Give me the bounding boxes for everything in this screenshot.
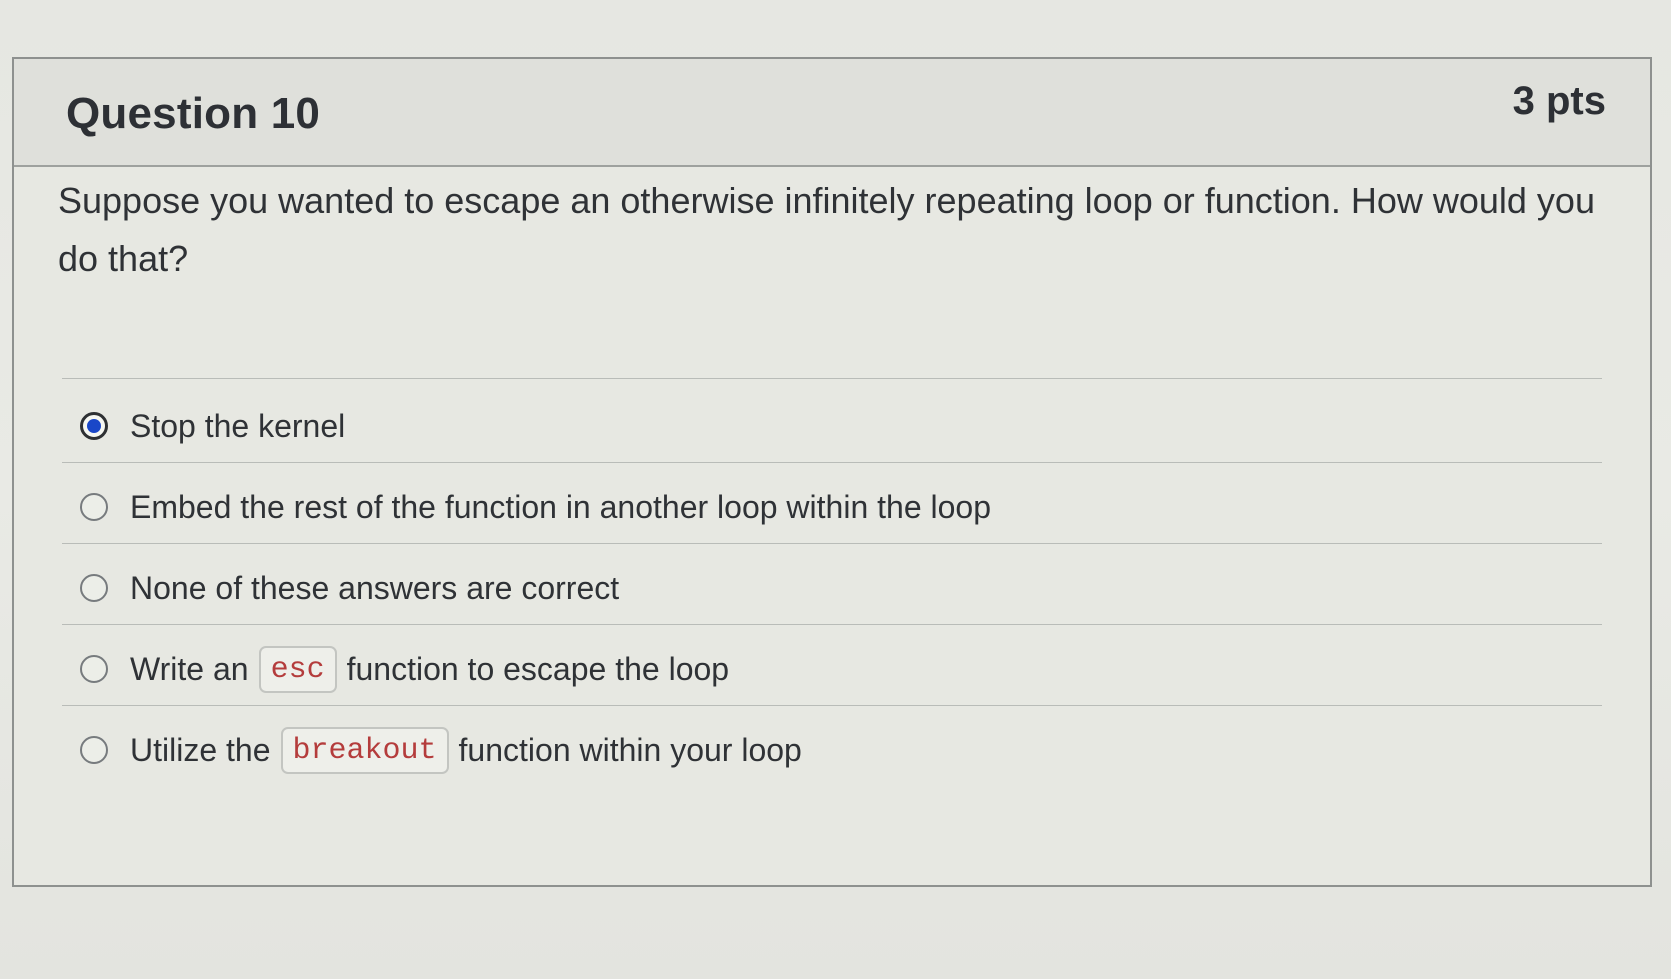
answer-option-embed-loop[interactable]: Embed the rest of the function in anothe… — [80, 481, 991, 533]
answer-label-suffix: function to escape the loop — [346, 650, 730, 687]
radio-unselected-icon[interactable] — [80, 736, 108, 764]
question-points: 3 pts — [1512, 79, 1606, 123]
answer-label: None of these answers are correct — [130, 569, 620, 606]
answer-option-none-correct[interactable]: None of these answers are correct — [80, 562, 619, 614]
answer-option-stop-kernel[interactable]: Stop the kernel — [80, 400, 345, 452]
radio-selected-icon[interactable] — [80, 412, 108, 440]
answer-divider — [62, 624, 1602, 625]
answer-label: Stop the kernel — [130, 407, 346, 444]
answer-divider — [62, 543, 1602, 544]
radio-unselected-icon[interactable] — [80, 574, 108, 602]
question-header: Question 10 3 pts — [14, 59, 1650, 167]
question-divider — [62, 378, 1602, 379]
answer-label-prefix: Utilize the — [130, 731, 271, 768]
question-title: Question 10 — [66, 89, 321, 138]
question-text: Suppose you wanted to escape an otherwis… — [58, 180, 1595, 279]
radio-unselected-icon[interactable] — [80, 493, 108, 521]
answer-label: Embed the rest of the function in anothe… — [130, 488, 991, 525]
answer-divider — [62, 462, 1602, 463]
answer-label-suffix: function within your loop — [458, 731, 802, 768]
answer-option-breakout-function[interactable]: Utilize the breakout function within you… — [80, 724, 802, 776]
code-snippet: esc — [258, 645, 337, 693]
answer-option-esc-function[interactable]: Write an esc function to escape the loop — [80, 643, 729, 695]
answer-label-prefix: Write an — [130, 650, 249, 687]
radio-unselected-icon[interactable] — [80, 655, 108, 683]
code-snippet: breakout — [280, 726, 449, 774]
answer-divider — [62, 705, 1602, 706]
